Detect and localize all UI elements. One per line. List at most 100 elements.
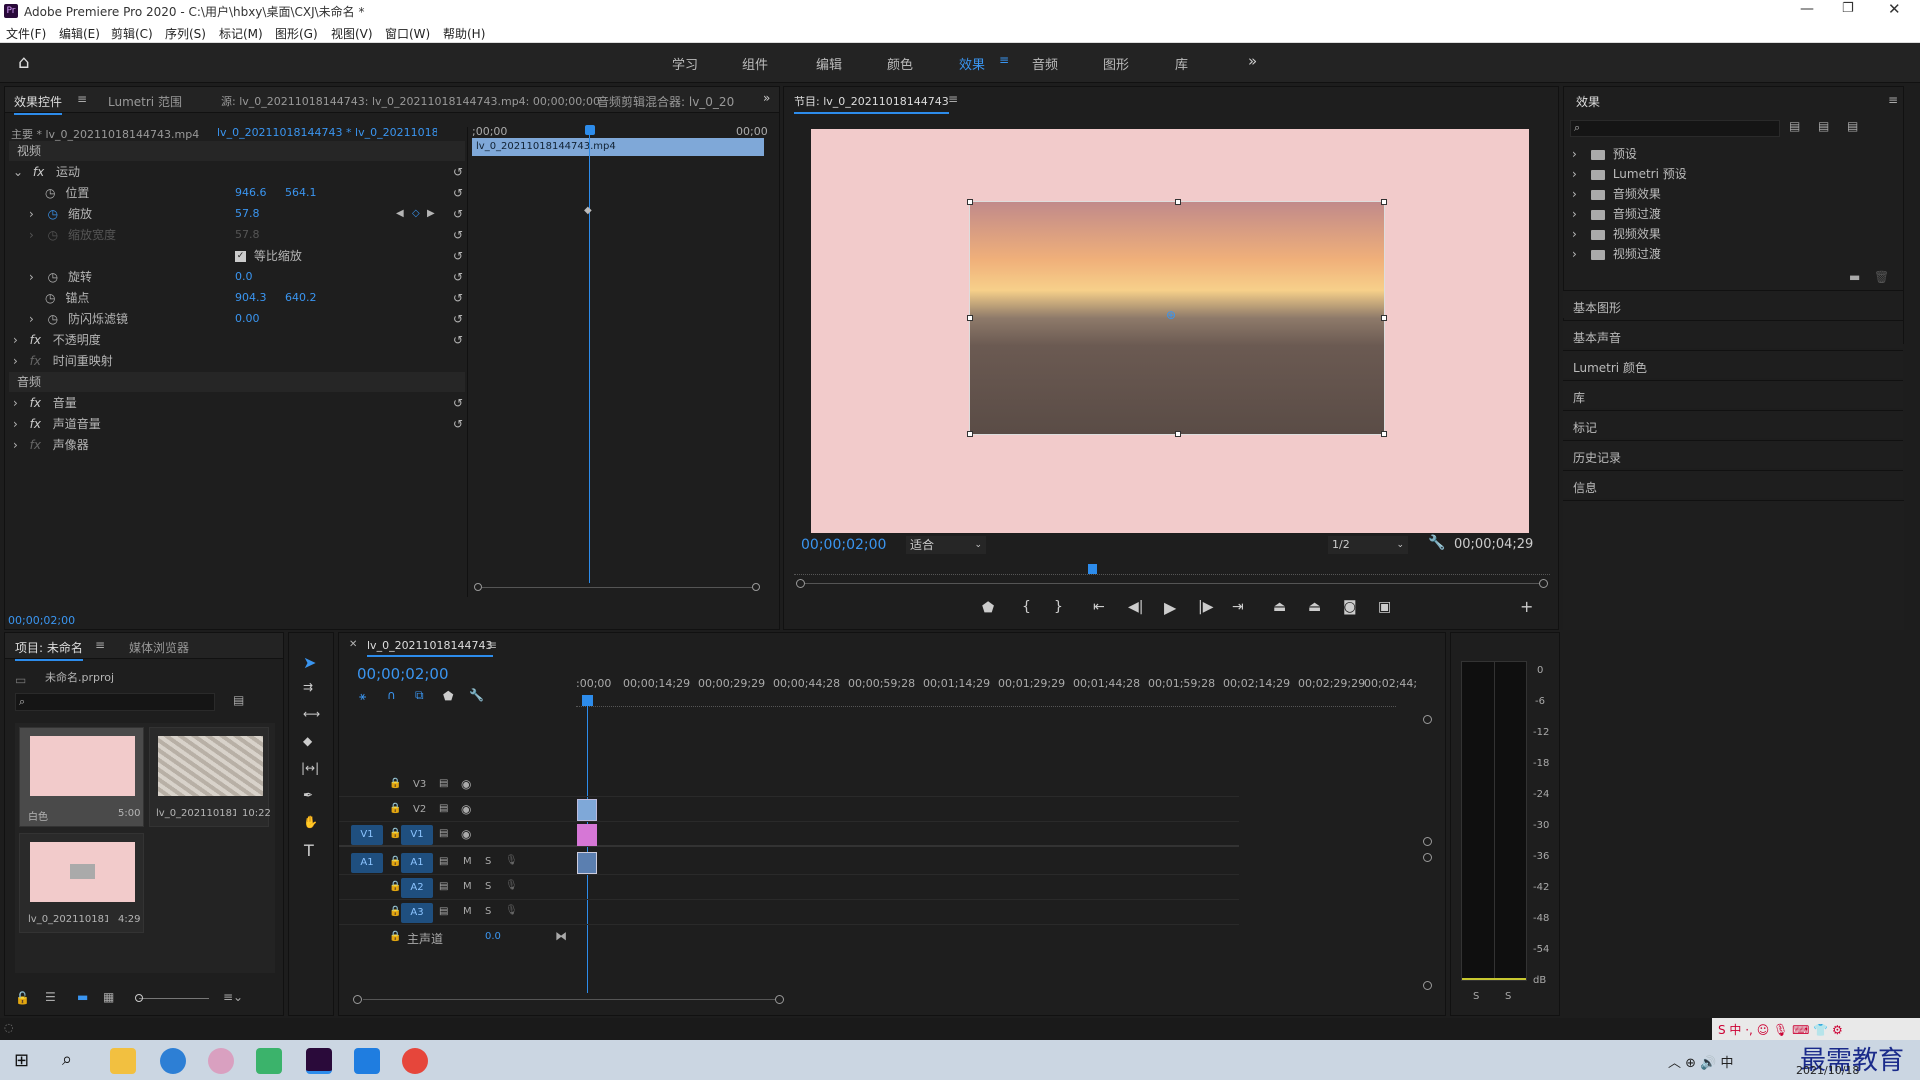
workspace-editing[interactable]: 编辑 [816,54,842,73]
fit-dropdown[interactable]: 适合 ⌄ [906,536,986,554]
program-timecode[interactable]: 00;00;02;00 [801,537,886,553]
tab-project[interactable]: 项目: 未命名 [15,639,83,661]
sync-lock-icon[interactable]: ▤ [439,778,448,789]
mark-in-icon[interactable]: { [1022,599,1031,615]
audio-track-a1[interactable]: A1 🔒 A1 ▤ M S 🎙 [339,851,1239,875]
channel-volume-row[interactable]: › fx 声道音量 ↺ [13,414,463,434]
sort-icon[interactable]: ≡⌄ [223,990,243,1004]
accelerated-effects-icon[interactable]: ▤ [1789,119,1800,133]
effect-controls-timecode[interactable]: 00;00;02;00 [8,614,75,627]
workspace-graphics[interactable]: 图形 [1103,54,1129,73]
close-button[interactable]: ✕ [1888,0,1901,18]
pen-tool-icon[interactable]: ✒ [303,788,313,802]
anchor-y[interactable]: 640.2 [285,288,317,308]
panel-libraries[interactable]: 库 [1563,380,1903,408]
track-lock-icon[interactable]: 🔒 [389,803,401,814]
fx-icon[interactable]: fx [30,333,41,347]
menu-marker[interactable]: 标记(M) [219,25,263,42]
track-target-a3[interactable]: A3 [401,903,433,923]
scroll-handle-right[interactable] [752,583,760,591]
track-target-v1[interactable]: V1 [401,825,433,845]
panel-menu-icon[interactable]: ≡ [487,638,497,652]
stopwatch-icon[interactable]: ◷ [48,312,58,326]
track-lock-icon[interactable]: 🔒 [389,906,401,917]
timeline-settings-wrench-icon[interactable]: 🔧 [469,688,484,702]
workspace-color[interactable]: 颜色 [887,54,913,73]
tab-program[interactable]: 节目: lv_0_20211018144743 [794,93,949,114]
comparison-view-icon[interactable]: ▣ [1378,599,1391,615]
horizontal-scroll-handle-right[interactable] [775,995,784,1004]
anchor-point-icon[interactable]: ⊕ [1166,308,1176,322]
effects-item-audio-effects[interactable]: › 音频效果 [1572,185,1661,202]
reset-icon[interactable]: ↺ [453,393,463,413]
expand-chevron-icon[interactable]: › [13,396,18,410]
sync-lock-icon[interactable]: ▤ [439,881,448,892]
audio-track-a3[interactable]: 🔒 A3 ▤ M S 🎙 [339,901,1239,925]
new-bin-icon[interactable]: ▬ [1849,270,1860,284]
add-marker-icon[interactable]: ⬟ [443,689,453,703]
menu-file[interactable]: 文件(F) [6,25,46,42]
track-target-a1[interactable]: A1 [401,853,433,873]
transform-handle[interactable] [1381,199,1387,205]
clip-v1[interactable] [577,824,597,846]
audio-track-a2[interactable]: 🔒 A2 ▤ M S 🎙 [339,876,1239,900]
transform-handle[interactable] [1175,431,1181,437]
chrome-browser-icon[interactable] [402,1048,428,1074]
zoom-slider[interactable] [135,994,209,1002]
icon-view-icon[interactable]: ▬ [77,990,88,1004]
expand-chevron-icon[interactable]: › [13,333,18,347]
panel-menu-icon[interactable]: ≡ [77,92,87,106]
lift-icon[interactable]: ⏏ [1273,599,1286,615]
master-track-end-icon[interactable]: ⧓ [555,929,567,943]
track-lock-icon[interactable]: 🔒 [389,931,401,942]
menu-view[interactable]: 视图(V) [331,25,373,42]
transform-handle[interactable] [967,315,973,321]
wrench-icon[interactable]: 🔧 [1428,535,1445,551]
workspace-menu-icon[interactable]: ≡ [999,53,1009,67]
program-playhead-icon[interactable] [1088,564,1097,574]
app-icon[interactable] [208,1048,234,1074]
expand-chevron-icon[interactable]: ⌄ [13,165,23,179]
mark-out-icon[interactable]: } [1054,599,1063,615]
uniform-scale-checkbox[interactable]: ✓ [235,251,246,262]
microphone-icon[interactable]: 🎙 [505,880,518,891]
track-target-a2[interactable]: A2 [401,878,433,898]
list-view-icon[interactable]: ☰ [45,990,56,1004]
panel-lumetri-color[interactable]: Lumetri 颜色 [1563,350,1903,378]
home-icon[interactable]: ⌂ [18,52,29,73]
maximize-button[interactable]: ❐ [1842,1,1854,16]
panel-menu-icon[interactable]: ≡ [1888,93,1898,107]
effects-search-input[interactable]: ⌕ [1570,120,1780,137]
lock-icon[interactable]: 🔓 [15,991,30,1005]
eye-icon[interactable]: ◉ [461,777,471,791]
export-frame-icon[interactable]: ◙ [1343,599,1357,615]
menu-graphics[interactable]: 图形(G) [275,25,318,42]
reset-icon[interactable]: ↺ [453,183,463,203]
menu-clip[interactable]: 剪辑(C) [111,25,153,42]
sync-lock-icon[interactable]: ▤ [439,803,448,814]
transform-handle[interactable] [967,431,973,437]
project-item-sand[interactable]: lv_0_202110181... 10:22 [149,727,271,827]
master-track[interactable]: 🔒 主声道 0.0 ⧓ [339,926,1239,950]
step-forward-icon[interactable]: |▶ [1198,599,1213,615]
panel-markers[interactable]: 标记 [1563,410,1903,438]
add-keyframe-icon[interactable]: ◇ [412,204,420,224]
workspace-assembly[interactable]: 组件 [742,54,768,73]
panel-menu-icon[interactable]: ≡ [948,92,958,106]
freeform-view-icon[interactable]: ▦ [103,990,114,1004]
clip-a1[interactable] [577,852,597,874]
track-lock-icon[interactable]: 🔒 [389,778,401,789]
scroll-handle-left[interactable] [796,579,805,588]
track-lock-icon[interactable]: 🔒 [389,856,401,867]
windows-start-icon[interactable]: ⊞ [14,1050,29,1071]
reset-icon[interactable]: ↺ [453,246,463,266]
hand-tool-icon[interactable]: ✋ [303,815,318,829]
reset-icon[interactable]: ↺ [453,225,463,245]
more-workspaces-icon[interactable]: » [1248,52,1257,70]
solo-button[interactable]: S [485,856,491,867]
anchor-x[interactable]: 904.3 [235,288,267,308]
play-icon[interactable]: ▶ [1164,598,1176,617]
program-canvas[interactable]: ⊕ [811,129,1529,533]
volume-row[interactable]: › fx 音量 ↺ [13,393,463,413]
project-item-sequence[interactable]: lv_0_202110181... 4:29 [19,833,144,933]
